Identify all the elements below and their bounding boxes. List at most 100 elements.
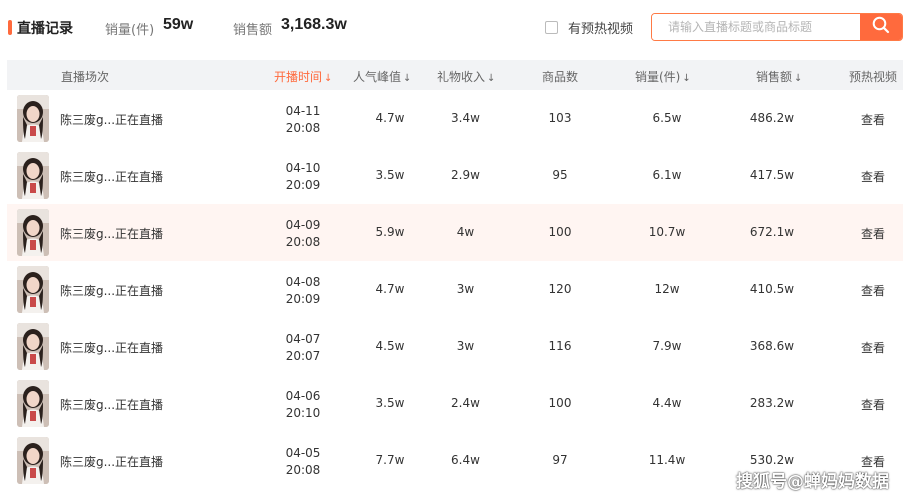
view-video-link[interactable]: 查看 — [853, 282, 893, 299]
gift-income-cell: 2.4w — [451, 396, 480, 410]
watermark: 搜狐号@蝉妈妈数据 — [736, 472, 889, 492]
view-video-link[interactable]: 查看 — [853, 339, 893, 356]
start-date: 04-10 — [285, 161, 321, 175]
start-date: 04-11 — [285, 104, 321, 118]
sales-amount-value: 3,168.3w — [281, 16, 347, 33]
table-row[interactable]: 陈三废g...正在直播 04-09 20:08 5.9w 4w 100 10.7w 67… — [7, 204, 903, 261]
session-name[interactable]: 陈三废g...正在直播 — [60, 168, 163, 185]
gift-income-cell: 3w — [456, 282, 475, 296]
start-time-cell: 04-08 20:09 — [285, 274, 321, 308]
sales-amount-label: 销售额 — [233, 23, 273, 38]
gift-income-cell: 3.4w — [451, 111, 480, 125]
column-header-product-count: 商品数 — [542, 70, 579, 84]
view-video-link[interactable]: 查看 — [853, 168, 893, 185]
session-name[interactable]: 陈三废g...正在直播 — [60, 339, 163, 356]
section-title: 直播记录 — [17, 21, 73, 37]
start-time: 20:09 — [285, 292, 321, 306]
peak-popularity-cell: 3.5w — [375, 396, 405, 410]
peak-popularity-cell: 5.9w — [375, 225, 405, 239]
sales-amount-cell: 410.5w — [749, 282, 795, 296]
avatar-thumbnail[interactable] — [17, 323, 49, 370]
table-row[interactable]: 陈三废g...正在直播 04-06 20:10 3.5w 2.4w 100 4.4w 2… — [7, 375, 903, 432]
session-name[interactable]: 陈三废g...正在直播 — [60, 396, 163, 413]
column-header-sales-amount[interactable]: 销售额 ↓ — [756, 68, 802, 85]
sort-down-icon: ↓ — [403, 73, 412, 84]
start-time-cell: 04-11 20:08 — [285, 103, 321, 137]
search-input[interactable] — [652, 14, 860, 40]
preheat-checkbox[interactable] — [545, 20, 558, 34]
sort-down-icon: ↓ — [794, 73, 803, 84]
table-row[interactable]: 陈三废g...正在直播 04-08 20:09 4.7w 3w 120 12w 410.… — [7, 261, 903, 318]
product-count-cell: 97 — [552, 453, 568, 467]
avatar-thumbnail[interactable] — [17, 209, 49, 256]
gift-income-cell: 6.4w — [451, 453, 480, 467]
product-count-cell: 100 — [548, 225, 572, 239]
avatar-thumbnail[interactable] — [17, 95, 49, 142]
product-count-cell: 95 — [552, 168, 568, 182]
start-time-cell: 04-10 20:09 — [285, 160, 321, 194]
avatar-thumbnail[interactable] — [17, 152, 49, 199]
column-header-start-time[interactable]: 开播时间 ↓ — [274, 68, 332, 85]
sales-count-value: 59w — [163, 16, 194, 33]
sort-down-icon: ↓ — [487, 73, 496, 84]
live-records-table: 直播场次 开播时间 ↓ 人气峰值 ↓ 礼物收入 ↓ 商品数 销量(件) ↓ 销售额 ↓ 预… — [7, 60, 903, 489]
gift-income-cell: 2.9w — [451, 168, 480, 182]
start-time: 20:08 — [285, 121, 321, 135]
sales-amount-cell: 672.1w — [749, 225, 795, 239]
peak-popularity-cell: 4.7w — [375, 111, 405, 125]
peak-popularity-cell: 4.5w — [375, 339, 405, 353]
sort-down-icon: ↓ — [682, 73, 691, 84]
table-row[interactable]: 陈三废g...正在直播 04-11 20:08 4.7w 3.4w 103 6.5w 4… — [7, 90, 903, 147]
avatar-thumbnail[interactable] — [17, 437, 49, 484]
search-box — [651, 13, 903, 41]
view-video-link[interactable]: 查看 — [853, 111, 893, 128]
sales-count-cell: 12w — [654, 282, 680, 296]
view-video-link[interactable]: 查看 — [853, 225, 893, 242]
table-row[interactable]: 陈三废g...正在直播 04-07 20:07 4.5w 3w 116 7.9w 368… — [7, 318, 903, 375]
start-time: 20:08 — [285, 235, 321, 249]
column-header-peak-popularity[interactable]: 人气峰值 ↓ — [353, 68, 411, 85]
product-count-cell: 100 — [548, 396, 572, 410]
sales-amount-cell: 368.6w — [749, 339, 795, 353]
start-time-cell: 04-05 20:08 — [285, 445, 321, 479]
session-name[interactable]: 陈三废g...正在直播 — [60, 282, 163, 299]
column-header-session: 直播场次 — [61, 70, 110, 84]
start-date: 04-08 — [285, 275, 321, 289]
start-time: 20:08 — [285, 463, 321, 477]
avatar-thumbnail[interactable] — [17, 380, 49, 427]
start-date: 04-07 — [285, 332, 321, 346]
start-date: 04-09 — [285, 218, 321, 232]
sales-count-cell: 7.9w — [652, 339, 682, 353]
preheat-filter[interactable]: 有预热视频 — [545, 17, 633, 37]
product-count-cell: 116 — [548, 339, 572, 353]
product-count-cell: 103 — [548, 111, 572, 125]
start-time: 20:10 — [285, 406, 321, 420]
product-count-cell: 120 — [548, 282, 572, 296]
sales-count-cell: 6.1w — [652, 168, 682, 182]
session-name[interactable]: 陈三废g...正在直播 — [60, 453, 163, 470]
avatar-thumbnail[interactable] — [17, 266, 49, 313]
start-time: 20:07 — [285, 349, 321, 363]
column-header-sales-count[interactable]: 销量(件) ↓ — [635, 68, 691, 85]
start-time: 20:09 — [285, 178, 321, 192]
sales-amount-cell: 530.2w — [749, 453, 795, 467]
column-header-gift-income[interactable]: 礼物收入 ↓ — [437, 68, 495, 85]
sales-count-cell: 11.4w — [648, 453, 686, 467]
sales-count-cell: 4.4w — [652, 396, 682, 410]
view-video-link[interactable]: 查看 — [853, 396, 893, 413]
table-row[interactable]: 陈三废g...正在直播 04-10 20:09 3.5w 2.9w 95 6.1w 41… — [7, 147, 903, 204]
session-name[interactable]: 陈三废g...正在直播 — [60, 111, 163, 128]
summary-bar: 直播记录 销量(件) 59w 销售额 3,168.3w 有预热视频 — [0, 0, 920, 56]
session-name[interactable]: 陈三废g...正在直播 — [60, 225, 163, 242]
start-date: 04-05 — [285, 446, 321, 460]
start-time-cell: 04-07 20:07 — [285, 331, 321, 365]
peak-popularity-cell: 4.7w — [375, 282, 405, 296]
sales-amount-cell: 283.2w — [749, 396, 795, 410]
start-time-cell: 04-06 20:10 — [285, 388, 321, 422]
sort-down-icon: ↓ — [324, 73, 333, 84]
search-button[interactable] — [860, 14, 902, 40]
table-header: 直播场次 开播时间 ↓ 人气峰值 ↓ 礼物收入 ↓ 商品数 销量(件) ↓ 销售额 ↓ 预… — [7, 60, 903, 90]
sales-count-label: 销量(件) — [105, 23, 155, 38]
table-body: 陈三废g...正在直播 04-11 20:08 4.7w 3.4w 103 6.5w 4… — [7, 90, 903, 489]
sales-amount-cell: 486.2w — [749, 111, 795, 125]
